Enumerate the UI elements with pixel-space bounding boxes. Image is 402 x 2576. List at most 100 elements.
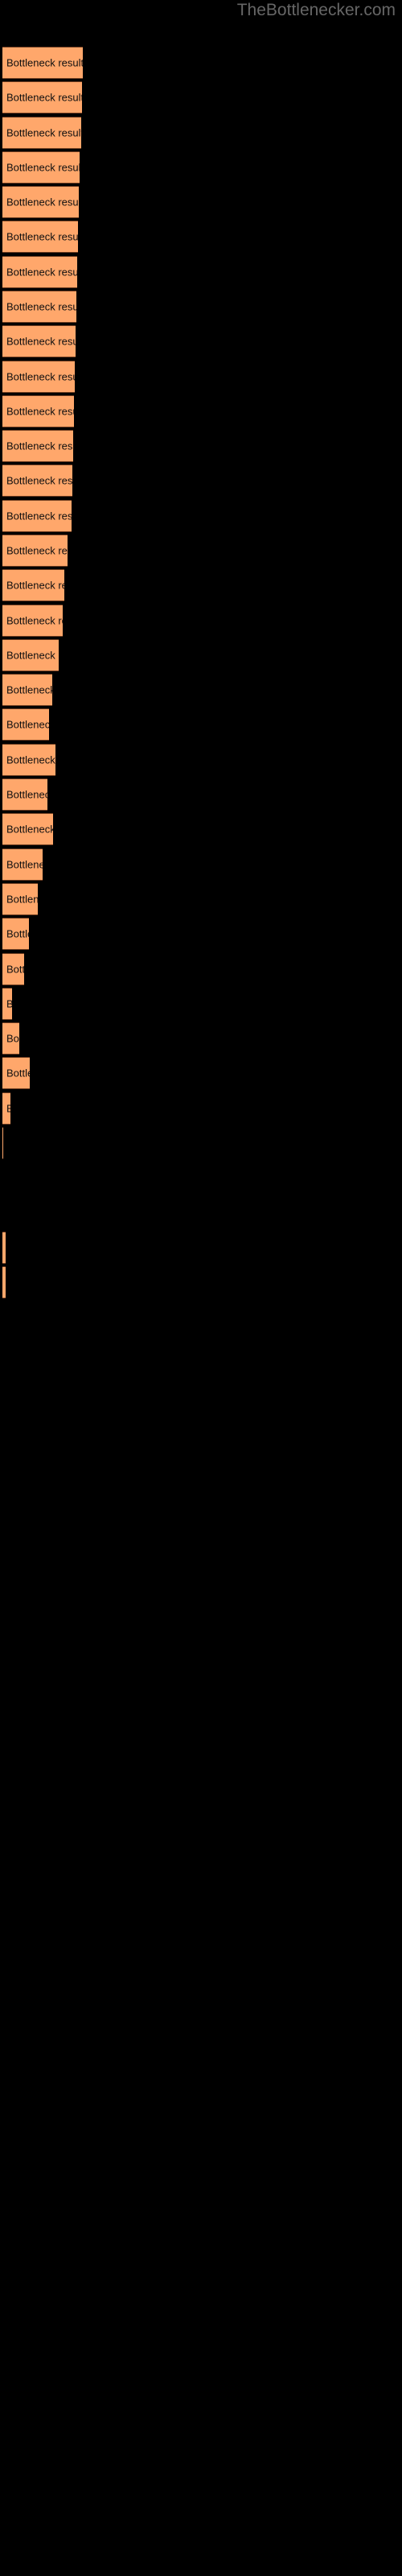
bar-label: Bottleneck result [6, 893, 38, 906]
bar-row: Bottleneck result [0, 1092, 402, 1125]
bar-row: Bottleneck result [0, 1022, 402, 1055]
bar-label: Bottleneck result [6, 579, 64, 592]
bar[interactable]: Bottleneck result [2, 151, 80, 184]
bar-label: Bottleneck result [6, 1067, 30, 1080]
bar-row: Bottleneck result [0, 883, 402, 915]
bar-row: Bottleneck result [0, 395, 402, 427]
bar-label: Bottleneck result [6, 335, 76, 348]
bar-label: Bottleneck result [6, 753, 55, 766]
bar[interactable]: Bottleneck result [2, 464, 72, 497]
bar-label: Bottleneck result [6, 963, 24, 976]
bar-row: Bottleneck result [0, 535, 402, 567]
bar-row: Bottleneck result [0, 1162, 402, 1194]
bar-row: Bottleneck result [0, 464, 402, 497]
bar-row: Bottleneck result [0, 47, 402, 79]
bar[interactable]: Bottleneck result [2, 395, 74, 427]
bar[interactable]: Bottleneck result [2, 708, 49, 741]
bar-label: Bottleneck result [6, 474, 72, 487]
bar-label: Bottleneck result [6, 544, 68, 557]
bar-label: Bottleneck result [6, 161, 80, 174]
bar-row: Bottleneck result [0, 430, 402, 462]
bar[interactable]: Bottleneck result [2, 988, 12, 1020]
bar[interactable]: Bottleneck result [2, 953, 24, 985]
bar-label: Bottleneck result [6, 56, 83, 69]
bar[interactable]: Bottleneck result [2, 186, 79, 218]
bar-row: Bottleneck result [0, 186, 402, 218]
bar-row: Bottleneck result [0, 117, 402, 149]
bar-label: Bottleneck result [6, 266, 77, 279]
bar[interactable]: Bottleneck result [2, 47, 83, 79]
bar[interactable]: Bottleneck result [2, 883, 38, 915]
bar-label: Bottleneck result [6, 998, 12, 1010]
bar-row: Bottleneck result [0, 569, 402, 601]
bar-row: Bottleneck result [0, 500, 402, 532]
bar-row: Bottleneck result [0, 848, 402, 881]
bar-row: Bottleneck result [0, 1232, 402, 1264]
bar[interactable]: Bottleneck result [2, 639, 59, 671]
bar[interactable]: Bottleneck result [2, 81, 82, 114]
bar-row: Bottleneck result [0, 744, 402, 776]
bar[interactable]: Bottleneck result [2, 569, 64, 601]
bar-label: Bottleneck result [6, 927, 29, 940]
bar-label: Bottleneck result [6, 405, 74, 418]
bar-label: Bottleneck result [6, 510, 72, 522]
bar-row: Bottleneck result [0, 325, 402, 357]
bar[interactable]: Bottleneck result [2, 221, 78, 253]
bar[interactable]: Bottleneck result [2, 674, 52, 706]
bar-row: Bottleneck result [0, 361, 402, 393]
bar-row: Bottleneck result [0, 708, 402, 741]
bar[interactable]: Bottleneck result [2, 744, 55, 776]
bar[interactable]: Bottleneck result [2, 291, 76, 323]
bar[interactable]: Bottleneck result [2, 1266, 6, 1298]
bar-row: Bottleneck result [0, 1127, 402, 1159]
bar-row: Bottleneck result [0, 81, 402, 114]
bar[interactable]: Bottleneck result [2, 1057, 30, 1089]
bar-row: Bottleneck result [0, 988, 402, 1020]
bar-row: Bottleneck result [0, 918, 402, 950]
bar-row: Bottleneck result [0, 813, 402, 845]
bar[interactable]: Bottleneck result [2, 1092, 10, 1125]
bar-row: Bottleneck result [0, 953, 402, 985]
bar[interactable]: Bottleneck result [2, 778, 47, 811]
bar-label: Bottleneck result [6, 823, 53, 836]
bar[interactable]: Bottleneck result [2, 1127, 3, 1159]
bar[interactable]: Bottleneck result [2, 500, 72, 532]
bar[interactable]: Bottleneck result [2, 535, 68, 567]
bar-label: Bottleneck result [6, 230, 78, 243]
bar-row: Bottleneck result [0, 605, 402, 637]
bar[interactable]: Bottleneck result [2, 1022, 19, 1055]
bars-layer: Bottleneck result Bottleneck result Bottle… [0, 0, 402, 2576]
bar-label: Bottleneck result [6, 788, 47, 801]
bar[interactable]: Bottleneck result [2, 813, 53, 845]
bar-label: Bottleneck result [6, 718, 49, 731]
bar-row: Bottleneck result [0, 1197, 402, 1229]
bar-row: Bottleneck result [0, 221, 402, 253]
bottleneck-bar-chart: TheBottlenecker.com Bottleneck result Bot… [0, 0, 402, 2576]
bar-label: Bottleneck result [6, 614, 63, 627]
bar[interactable]: Bottleneck result [2, 918, 29, 950]
bar-label: Bottleneck result [6, 649, 59, 662]
bar[interactable]: Bottleneck result [2, 1232, 6, 1264]
bar-row: Bottleneck result [0, 1057, 402, 1089]
bar-row: Bottleneck result [0, 291, 402, 323]
bar-row: Bottleneck result [0, 639, 402, 671]
bar-row: Bottleneck result [0, 674, 402, 706]
bar-label: Bottleneck result [6, 440, 73, 452]
bar[interactable]: Bottleneck result [2, 256, 77, 288]
bar-row: Bottleneck result [0, 778, 402, 811]
bar[interactable]: Bottleneck result [2, 605, 63, 637]
bar-row: Bottleneck result [0, 256, 402, 288]
bar[interactable]: Bottleneck result [2, 325, 76, 357]
bar-row: Bottleneck result [0, 1266, 402, 1298]
bar-label: Bottleneck result [6, 300, 76, 313]
bar-label: Bottleneck result [6, 1103, 10, 1115]
bar[interactable]: Bottleneck result [2, 117, 81, 149]
bar-label: Bottleneck result [6, 1032, 19, 1045]
bar[interactable]: Bottleneck result [2, 361, 75, 393]
bar-label: Bottleneck result [6, 683, 52, 696]
bar-label: Bottleneck result [6, 370, 75, 383]
bar-label: Bottleneck result [6, 196, 79, 208]
bar-label: Bottleneck result [6, 858, 43, 871]
bar[interactable]: Bottleneck result [2, 430, 73, 462]
bar[interactable]: Bottleneck result [2, 848, 43, 881]
